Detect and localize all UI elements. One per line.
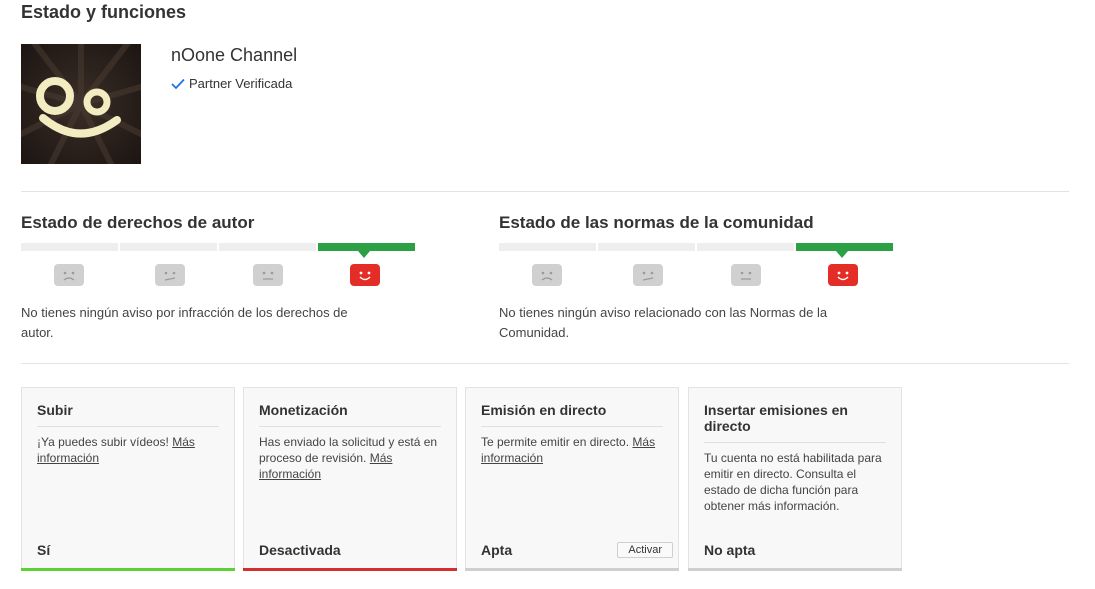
status-line (688, 568, 902, 571)
partner-badge: Partner Verificada (171, 76, 292, 91)
card-title: Emisión en directo (481, 402, 663, 427)
strike-segment-current (318, 243, 415, 258)
channel-name[interactable]: nOone Channel (171, 45, 297, 66)
card-status: Sí (37, 542, 51, 558)
community-status-text: No tienes ningún aviso relacionado con l… (499, 305, 828, 340)
meh-face-icon (633, 264, 663, 286)
copyright-status: Estado de derechos de autor No tienes ni… (21, 213, 441, 340)
divider (21, 363, 1069, 364)
card-description: Has enviado la solicitud y está en proce… (259, 435, 438, 481)
neutral-face-icon (253, 264, 283, 286)
sad-face-icon (532, 264, 562, 286)
card-description: Te permite emitir en directo. Más inform… (481, 435, 656, 465)
strike-segment (21, 243, 118, 251)
status-line (21, 568, 235, 571)
feature-card-live-streaming: Emisión en directo Te permite emitir en … (465, 387, 679, 571)
partner-label: Partner Verificada (189, 76, 293, 91)
strike-segment (120, 243, 217, 251)
check-icon (171, 78, 185, 89)
card-title: Insertar emisiones en directo (704, 402, 886, 443)
card-description: Tu cuenta no está habilitada para emitir… (704, 451, 882, 513)
copyright-strike-bar (21, 243, 415, 258)
sad-face-icon (54, 264, 84, 286)
activate-button[interactable]: Activar (617, 542, 673, 558)
strike-segment-current (796, 243, 893, 258)
status-line (243, 568, 457, 571)
strike-segment (499, 243, 596, 251)
feature-card-monetization: Monetización Has enviado la solicitud y … (243, 387, 457, 571)
channel-avatar[interactable] (21, 44, 141, 164)
card-status: Desactivada (259, 542, 341, 558)
strike-segment (697, 243, 794, 251)
neutral-face-icon (731, 264, 761, 286)
happy-face-icon (350, 264, 380, 286)
card-title: Monetización (259, 402, 441, 427)
strike-segment (219, 243, 316, 251)
strike-segment (598, 243, 695, 251)
happy-face-icon (828, 264, 858, 286)
community-status: Estado de las normas de la comunidad No … (499, 213, 919, 340)
community-status-title: Estado de las normas de la comunidad (499, 213, 814, 232)
page-title: Estado y funciones (21, 2, 187, 22)
card-description: ¡Ya puedes subir vídeos! Más información (37, 435, 195, 465)
copyright-status-title: Estado de derechos de autor (21, 213, 255, 232)
meh-face-icon (155, 264, 185, 286)
smiley-logo-icon (21, 44, 141, 164)
copyright-status-text: No tienes ningún aviso por infracción de… (21, 305, 348, 340)
card-status: Apta (481, 542, 513, 558)
divider (21, 191, 1069, 192)
card-title: Subir (37, 402, 219, 427)
feature-card-embed-live: Insertar emisiones en directo Tu cuenta … (688, 387, 902, 571)
feature-card-upload: Subir ¡Ya puedes subir vídeos! Más infor… (21, 387, 235, 571)
community-strike-bar (499, 243, 893, 258)
card-status: No apta (704, 542, 756, 558)
status-line (465, 568, 679, 571)
